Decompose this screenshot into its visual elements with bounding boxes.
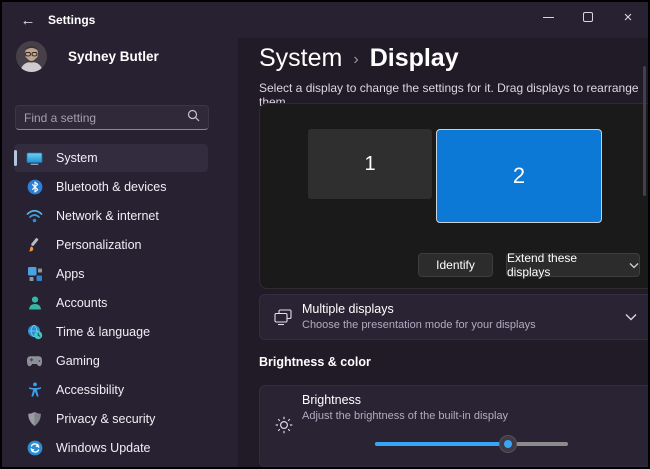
sidebar-nav: System Bluetooth & devices Network & inter… — [7, 144, 233, 463]
apps-icon — [26, 266, 43, 283]
scrollbar[interactable] — [643, 66, 646, 196]
sidebar-item-apps[interactable]: Apps — [14, 260, 208, 288]
display-arrangement-panel: 1 2 Identify Extend these displays — [259, 103, 650, 289]
maximize-button[interactable] — [568, 2, 608, 32]
chevron-down-icon — [629, 262, 639, 269]
sidebar-item-label: Windows Update — [56, 441, 151, 455]
sidebar-item-system[interactable]: System — [14, 144, 208, 172]
main-content: System › Display Select a display to cha… — [238, 38, 648, 467]
brightness-subtitle: Adjust the brightness of the built-in di… — [302, 410, 508, 422]
time-language-icon — [26, 324, 43, 341]
page-title: Display — [370, 44, 459, 73]
sidebar-item-privacy-security[interactable]: Privacy & security — [14, 405, 208, 433]
sidebar-item-personalization[interactable]: Personalization — [14, 231, 208, 259]
accounts-icon — [26, 295, 43, 312]
breadcrumb: System › Display — [259, 44, 459, 73]
maximize-icon — [583, 12, 593, 22]
network-icon — [26, 208, 43, 225]
sidebar: Sydney Butler Find a setting System Bluet… — [2, 38, 238, 467]
breadcrumb-separator: › — [353, 51, 358, 69]
sidebar-item-label: Accessibility — [56, 383, 124, 397]
sidebar-item-label: Accounts — [56, 296, 107, 310]
brightness-slider[interactable] — [375, 438, 568, 450]
display-2-number: 2 — [513, 163, 525, 189]
brightness-icon — [274, 415, 294, 435]
slider-thumb[interactable] — [499, 435, 517, 453]
sidebar-item-label: System — [56, 151, 98, 165]
gaming-icon — [26, 353, 43, 370]
back-arrow-icon: ← — [21, 12, 36, 29]
windows-update-icon — [26, 440, 43, 457]
sidebar-item-label: Time & language — [56, 325, 150, 339]
selected-indicator — [14, 150, 17, 166]
personalization-icon — [26, 237, 43, 254]
user-profile[interactable]: Sydney Butler — [16, 41, 159, 72]
display-2[interactable]: 2 — [436, 129, 602, 223]
extend-displays-dropdown[interactable]: Extend these displays — [506, 253, 640, 277]
search-placeholder: Find a setting — [24, 111, 187, 125]
bluetooth-icon — [26, 179, 43, 196]
window-title: Settings — [48, 13, 95, 27]
user-name: Sydney Butler — [68, 49, 159, 64]
system-icon — [26, 150, 43, 167]
chevron-down-icon[interactable] — [625, 308, 637, 326]
minimize-button[interactable] — [528, 2, 568, 32]
sidebar-item-label: Privacy & security — [56, 412, 155, 426]
identify-button[interactable]: Identify — [418, 253, 493, 277]
search-input[interactable]: Find a setting — [15, 105, 209, 130]
multiple-displays-row[interactable]: Multiple displays Choose the presentatio… — [259, 294, 650, 340]
close-button[interactable]: × — [608, 2, 648, 32]
sidebar-item-label: Apps — [56, 267, 85, 281]
breadcrumb-system[interactable]: System — [259, 44, 342, 73]
multiple-displays-icon — [273, 307, 293, 327]
accessibility-icon — [26, 382, 43, 399]
sidebar-item-label: Bluetooth & devices — [56, 180, 167, 194]
window-controls: × — [528, 2, 648, 34]
sidebar-item-bluetooth-devices[interactable]: Bluetooth & devices — [14, 173, 208, 201]
privacy-icon — [26, 411, 43, 428]
display-1-number: 1 — [364, 153, 375, 176]
sidebar-item-gaming[interactable]: Gaming — [14, 347, 208, 375]
brightness-row: Brightness Adjust the brightness of the … — [259, 385, 650, 467]
sidebar-item-label: Network & internet — [56, 209, 159, 223]
close-icon: × — [624, 10, 633, 25]
minimize-icon — [543, 17, 554, 18]
sidebar-item-windows-update[interactable]: Windows Update — [14, 434, 208, 462]
sidebar-item-accessibility[interactable]: Accessibility — [14, 376, 208, 404]
display-1[interactable]: 1 — [308, 129, 432, 199]
sidebar-item-time-language[interactable]: Time & language — [14, 318, 208, 346]
brightness-title: Brightness — [302, 393, 508, 407]
sidebar-item-accounts[interactable]: Accounts — [14, 289, 208, 317]
back-button[interactable]: ← — [14, 9, 42, 31]
search-icon — [187, 109, 200, 127]
multiple-displays-title: Multiple displays — [302, 302, 536, 316]
settings-window: ← Settings × Sydney Butler — [0, 0, 650, 469]
multiple-displays-subtitle: Choose the presentation mode for your di… — [302, 319, 536, 331]
sidebar-item-label: Personalization — [56, 238, 141, 252]
sidebar-item-network-internet[interactable]: Network & internet — [14, 202, 208, 230]
sidebar-item-label: Gaming — [56, 354, 100, 368]
titlebar: ← Settings × — [2, 2, 648, 38]
avatar — [16, 41, 47, 72]
section-header: Brightness & color — [259, 355, 371, 369]
slider-fill — [375, 442, 508, 446]
